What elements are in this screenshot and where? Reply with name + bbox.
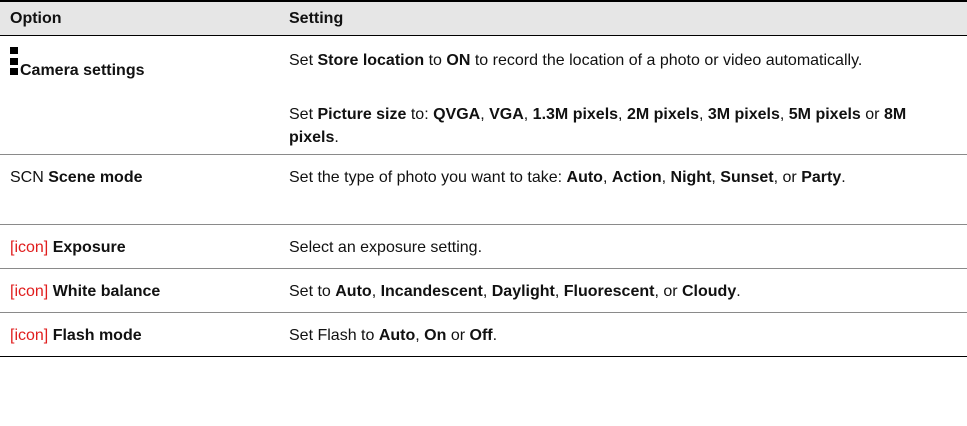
option-name-white-balance: White balance: [52, 283, 161, 300]
option-name-exposure: Exposure: [52, 239, 126, 256]
setting-cell-scene-mode: Set the type of photo you want to take: …: [278, 154, 967, 225]
setting-text-picture-size: Set Picture size to: QVGA, VGA, 1.3M pix…: [289, 105, 907, 146]
flash-icon: [icon]: [10, 327, 49, 344]
setting-text-flash-mode: Set Flash to Auto, On or Off.: [289, 327, 498, 344]
option-cell-scene-mode: SCN Scene mode: [0, 154, 278, 225]
table-row-flash-mode: [icon] Flash mode Set Flash to Auto, On …: [0, 312, 967, 357]
header-setting: Setting: [278, 0, 967, 36]
table-row-exposure: [icon] Exposure Select an exposure setti…: [0, 224, 967, 269]
setting-cell-white-balance: Set to Auto, Incandescent, Daylight, Flu…: [278, 268, 967, 313]
header-option: Option: [0, 0, 278, 36]
bar-icon: [10, 47, 18, 77]
table-row-white-balance: [icon] White balance Set to Auto, Incand…: [0, 268, 967, 313]
setting-cell-flash-mode: Set Flash to Auto, On or Off.: [278, 312, 967, 357]
option-cell-flash-mode: [icon] Flash mode: [0, 312, 278, 357]
option-cell-camera-settings: Camera settings: [0, 35, 278, 155]
exposure-icon: [icon]: [10, 239, 49, 256]
option-cell-exposure: [icon] Exposure: [0, 224, 278, 269]
setting-cell-exposure: Select an exposure setting.: [278, 224, 967, 269]
option-name-camera-settings: Camera settings: [20, 62, 145, 79]
scn-label: SCN: [10, 169, 49, 186]
setting-cell-store-location: Set Store location to ON to record the l…: [278, 36, 967, 93]
setting-text-white-balance: Set to Auto, Incandescent, Daylight, Flu…: [289, 283, 741, 300]
table-header-row: Option Setting: [0, 0, 967, 36]
setting-text-scene-mode: Set the type of photo you want to take: …: [289, 169, 846, 186]
option-cell-white-balance: [icon] White balance: [0, 268, 278, 313]
camera-settings-table: Option Setting Camera settings Set Store…: [0, 0, 967, 357]
setting-cell-picture-size: Set Picture size to: QVGA, VGA, 1.3M pix…: [278, 92, 967, 155]
option-name-scene-mode: Scene mode: [48, 169, 143, 186]
setting-text-store-location: Set Store location to ON to record the l…: [289, 52, 863, 69]
option-name-flash-mode: Flash mode: [52, 327, 142, 344]
white-balance-icon: [icon]: [10, 283, 49, 300]
table-row-camera-settings: Camera settings Set Store location to ON…: [0, 35, 967, 155]
setting-text-exposure: Select an exposure setting.: [289, 239, 483, 256]
table-row-scene-mode: SCN Scene mode Set the type of photo you…: [0, 154, 967, 225]
